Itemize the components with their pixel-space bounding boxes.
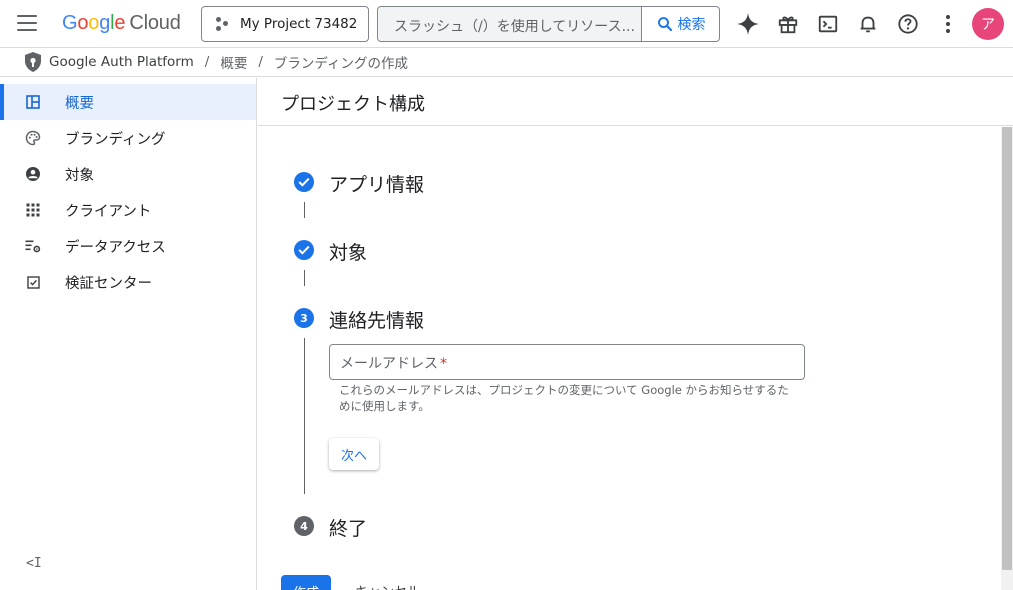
step-connector (304, 338, 305, 494)
search-button-label: 検索 (677, 17, 706, 33)
palette-icon (25, 130, 41, 146)
logo-letter: o (77, 12, 89, 34)
data-settings-icon (25, 238, 41, 254)
project-icon (214, 16, 230, 32)
step-title-app-info[interactable]: アプリ情報 (329, 170, 424, 197)
breadcrumb-item-current: ブランディングの作成 (273, 56, 408, 72)
next-button[interactable]: 次へ (329, 438, 379, 470)
logo-letter: o (88, 12, 100, 34)
sidebar-item-label: ブランディング (65, 131, 166, 148)
create-button[interactable]: 作成 (281, 575, 331, 590)
notifications-icon[interactable] (856, 12, 880, 36)
scrollbar-thumb[interactable] (1002, 127, 1012, 570)
email-helper-text: これらのメールアドレスは、プロジェクトの変更について Google からお知らせ… (339, 383, 789, 413)
main-scrollbar[interactable] (1001, 127, 1013, 590)
breadcrumb-item-auth-platform[interactable]: Google Auth Platform (49, 54, 194, 70)
sidebar-item-verification-center[interactable]: 検証センター (0, 264, 256, 300)
collapse-sidebar-icon[interactable]: <I (26, 556, 42, 571)
checkbox-icon (25, 274, 41, 290)
sidebar-item-audience[interactable]: 対象 (0, 156, 256, 192)
email-field-label: メールアドレス (340, 356, 438, 372)
sidebar-item-label: 概要 (65, 95, 94, 112)
step-complete-check-icon (294, 172, 314, 192)
breadcrumb-separator: / (204, 54, 210, 70)
step-connector (304, 270, 305, 286)
apps-grid-icon (25, 202, 41, 218)
top-bar: Google Cloud My Project 73482 スラッシュ（/）を使用… (0, 0, 1013, 48)
step-number-badge: 4 (294, 516, 314, 536)
page-title: プロジェクト構成 (281, 94, 425, 115)
step-title-audience[interactable]: 対象 (329, 238, 367, 265)
menu-icon[interactable] (17, 15, 37, 33)
logo-letter: g (99, 12, 111, 34)
search-input[interactable]: スラッシュ（/）を使用してリソース... (378, 7, 641, 41)
shield-icon (23, 51, 43, 73)
step-connector (304, 202, 305, 218)
search-button[interactable]: 検索 (641, 7, 719, 41)
sidebar-item-label: クライアント (65, 203, 152, 220)
gemini-sparkle-icon[interactable] (736, 12, 760, 36)
google-cloud-logo[interactable]: Google Cloud (62, 12, 181, 35)
sidebar-item-label: 対象 (65, 167, 94, 184)
step-complete-check-icon (294, 240, 314, 260)
project-name: My Project 73482 (240, 16, 358, 32)
search-bar: スラッシュ（/）を使用してリソース... 検索 (377, 6, 720, 42)
person-circle-icon (25, 166, 41, 182)
required-marker: * (440, 356, 447, 372)
dashboard-icon (25, 94, 41, 110)
logo-product: Cloud (129, 12, 181, 34)
sidebar-item-clients[interactable]: クライアント (0, 192, 256, 228)
step-title-finish: 終了 (329, 518, 368, 540)
page-header: プロジェクト構成 (258, 78, 1013, 126)
project-picker-button[interactable]: My Project 73482 (201, 6, 369, 42)
gift-icon[interactable] (776, 12, 800, 36)
sidebar: 概要 ブランディング 対象 クライアント データアクセス 検証センター <I (0, 78, 257, 590)
search-icon (657, 17, 672, 32)
help-icon[interactable] (896, 12, 920, 36)
more-vert-icon[interactable] (936, 12, 960, 36)
logo-letter: e (114, 12, 126, 34)
cancel-button[interactable]: キャンセル (355, 581, 420, 590)
account-avatar[interactable]: ア (972, 8, 1004, 40)
sidebar-item-label: データアクセス (65, 239, 166, 256)
step-title-contact-info: 連絡先情報 (329, 310, 425, 332)
sidebar-item-branding[interactable]: ブランディング (0, 120, 256, 156)
sidebar-item-overview[interactable]: 概要 (0, 84, 256, 120)
breadcrumb-item-overview[interactable]: 概要 (220, 52, 247, 72)
sidebar-item-data-access[interactable]: データアクセス (0, 228, 256, 264)
breadcrumb-separator: / (258, 54, 263, 70)
breadcrumb: Google Auth Platform / 概要 / ブランディングの作成 (0, 48, 1013, 77)
logo-letter: G (62, 12, 78, 34)
cloud-shell-icon[interactable] (816, 12, 840, 36)
step-number-badge: 3 (294, 308, 314, 328)
sidebar-item-label: 検証センター (65, 275, 152, 292)
email-field[interactable]: メールアドレス * (329, 344, 805, 380)
